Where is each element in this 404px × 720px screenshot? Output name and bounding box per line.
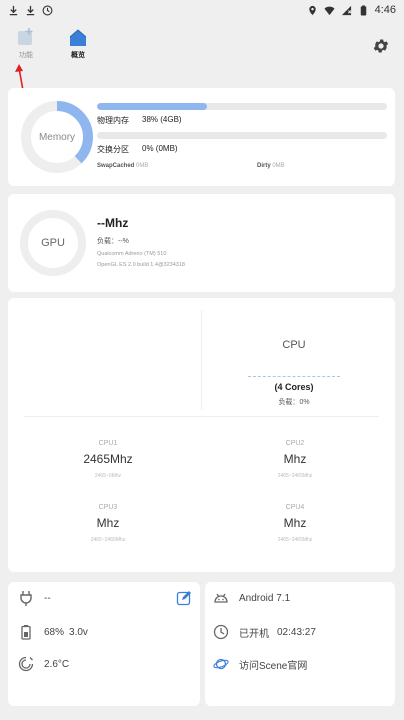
swapcached-label: SwapCached [97,163,135,169]
download-icon [26,5,35,15]
cpu-label: CPU [282,339,306,351]
swap-value: 0% (0MB) [142,144,178,153]
add-box-icon [18,28,33,45]
planet-icon [213,658,229,670]
cpu-core-frequency: Mhz [96,516,120,530]
download-icon [9,5,18,15]
memory-label: Memory [38,132,76,143]
wifi-icon [324,6,335,15]
gpu-frequency: --Mhz [97,216,129,230]
dirty-label: Dirty [257,163,271,169]
cpu-divider [201,310,202,410]
swap-label: 交换分区 [97,145,129,154]
clock-icon [213,624,229,640]
tab-function[interactable]: 功能 [6,28,46,60]
app-bar: 功能 概览 [0,20,404,82]
gpu-load-value: --% [118,238,129,245]
battery-icon [360,4,366,16]
system-card: Android 7.1 已开机 02:43:27 访问Scene官网 [205,582,395,706]
gpu-load-label: 负载： [97,238,118,245]
uptime-label: 已开机 [239,628,269,640]
cpu-load: 负载：0% [204,397,384,407]
cpu-card[interactable]: CPU (4 Cores) 负载：0% CPU1 2465Mhz 2465~0M… [8,298,395,572]
memory-card[interactable]: Memory 物理内存 38% (4GB) 交换分区 0% (0MB) Swap… [8,88,395,186]
temperature-icon [18,656,34,672]
cpu-core-4: CPU4 Mhz 2465~2465Mhz [220,504,370,543]
device-card: -- 68% 3.0v 2.6°C [8,582,200,706]
cpu-cores-count: (4 Cores) [274,382,314,392]
tab-overview-label: 概览 [71,52,85,59]
cpu-core-frequency: Mhz [283,452,307,466]
status-bar: 4:46 [0,0,404,20]
gpu-renderer: Qualcomm Adreno (TM) 510 [97,251,167,257]
home-icon [69,29,87,46]
gear-icon[interactable] [372,37,390,55]
uptime-value: 02:43:27 [277,626,316,638]
cpu-core-2: CPU2 Mhz 2465~2465Mhz [220,440,370,479]
physical-memory-label: 物理内存 [97,116,129,125]
gpu-load: 负载：--% [97,236,129,246]
cpu-separator [24,416,379,417]
status-time: 4:46 [374,4,396,16]
android-version: Android 7.1 [239,592,291,604]
android-icon [214,593,228,603]
swap-bar [97,132,387,139]
cpu-load-value: 0% [299,399,310,406]
battery-icon [21,625,31,640]
battery-level: 68% [44,626,65,638]
cpu-core-name: CPU4 [285,504,305,511]
gpu-label: GPU [41,237,65,249]
tab-function-label: 功能 [19,52,33,59]
swapcached-stat: SwapCached 0MB [97,163,148,169]
dirty-value: 0MB [272,163,285,169]
gpu-gl-version: OpenGL ES 2.0 build 1.4@3234318 [97,262,185,268]
cpu-load-line [248,376,340,378]
cpu-core-frequency: Mhz [283,516,307,530]
no-sim-icon [341,5,351,15]
cpu-core-range: 2465~2465Mhz [277,473,313,479]
android-row: Android 7.1 [213,590,290,606]
physical-memory-value: 38% (4GB) [142,115,182,124]
swapcached-value: 0MB [136,163,149,169]
cpu-core-name: CPU2 [285,440,305,447]
cpu-core-name: CPU3 [98,504,118,511]
edit-icon[interactable] [176,590,192,606]
battery-row: 68% 3.0v [18,624,88,640]
temperature-value: 2.6°C [44,658,70,670]
dirty-stat: Dirty 0MB [257,163,285,169]
battery-voltage: 3.0v [69,626,88,638]
cpu-core-1: CPU1 2465Mhz 2465~0Mhz [33,440,183,479]
temperature-row: 2.6°C [18,656,69,672]
cpu-core-frequency: 2465Mhz [83,452,133,466]
clock-icon [42,5,53,15]
cpu-core-range: 2465~2465Mhz [90,537,126,543]
location-icon [308,5,316,15]
charge-row: -- [18,590,51,606]
cpu-core-range: 2465~0Mhz [94,473,122,479]
website-link[interactable]: 访问Scene官网 [239,657,307,672]
physical-memory-bar [97,103,387,110]
cpu-core-range: 2465~2465Mhz [277,537,313,543]
cpu-core-3: CPU3 Mhz 2465~2465Mhz [33,504,183,543]
physical-memory-bar-fill [97,103,208,110]
cpu-core-name: CPU1 [98,440,118,447]
website-row[interactable]: 访问Scene官网 [213,656,307,672]
uptime-row: 已开机 02:43:27 [213,624,316,640]
plug-icon [20,591,32,606]
cpu-load-label: 负载： [278,399,300,406]
tab-overview[interactable]: 概览 [58,28,98,60]
charge-value: -- [44,592,51,604]
gpu-card[interactable]: GPU --Mhz 负载：--% Qualcomm Adreno (TM) 51… [8,194,395,292]
